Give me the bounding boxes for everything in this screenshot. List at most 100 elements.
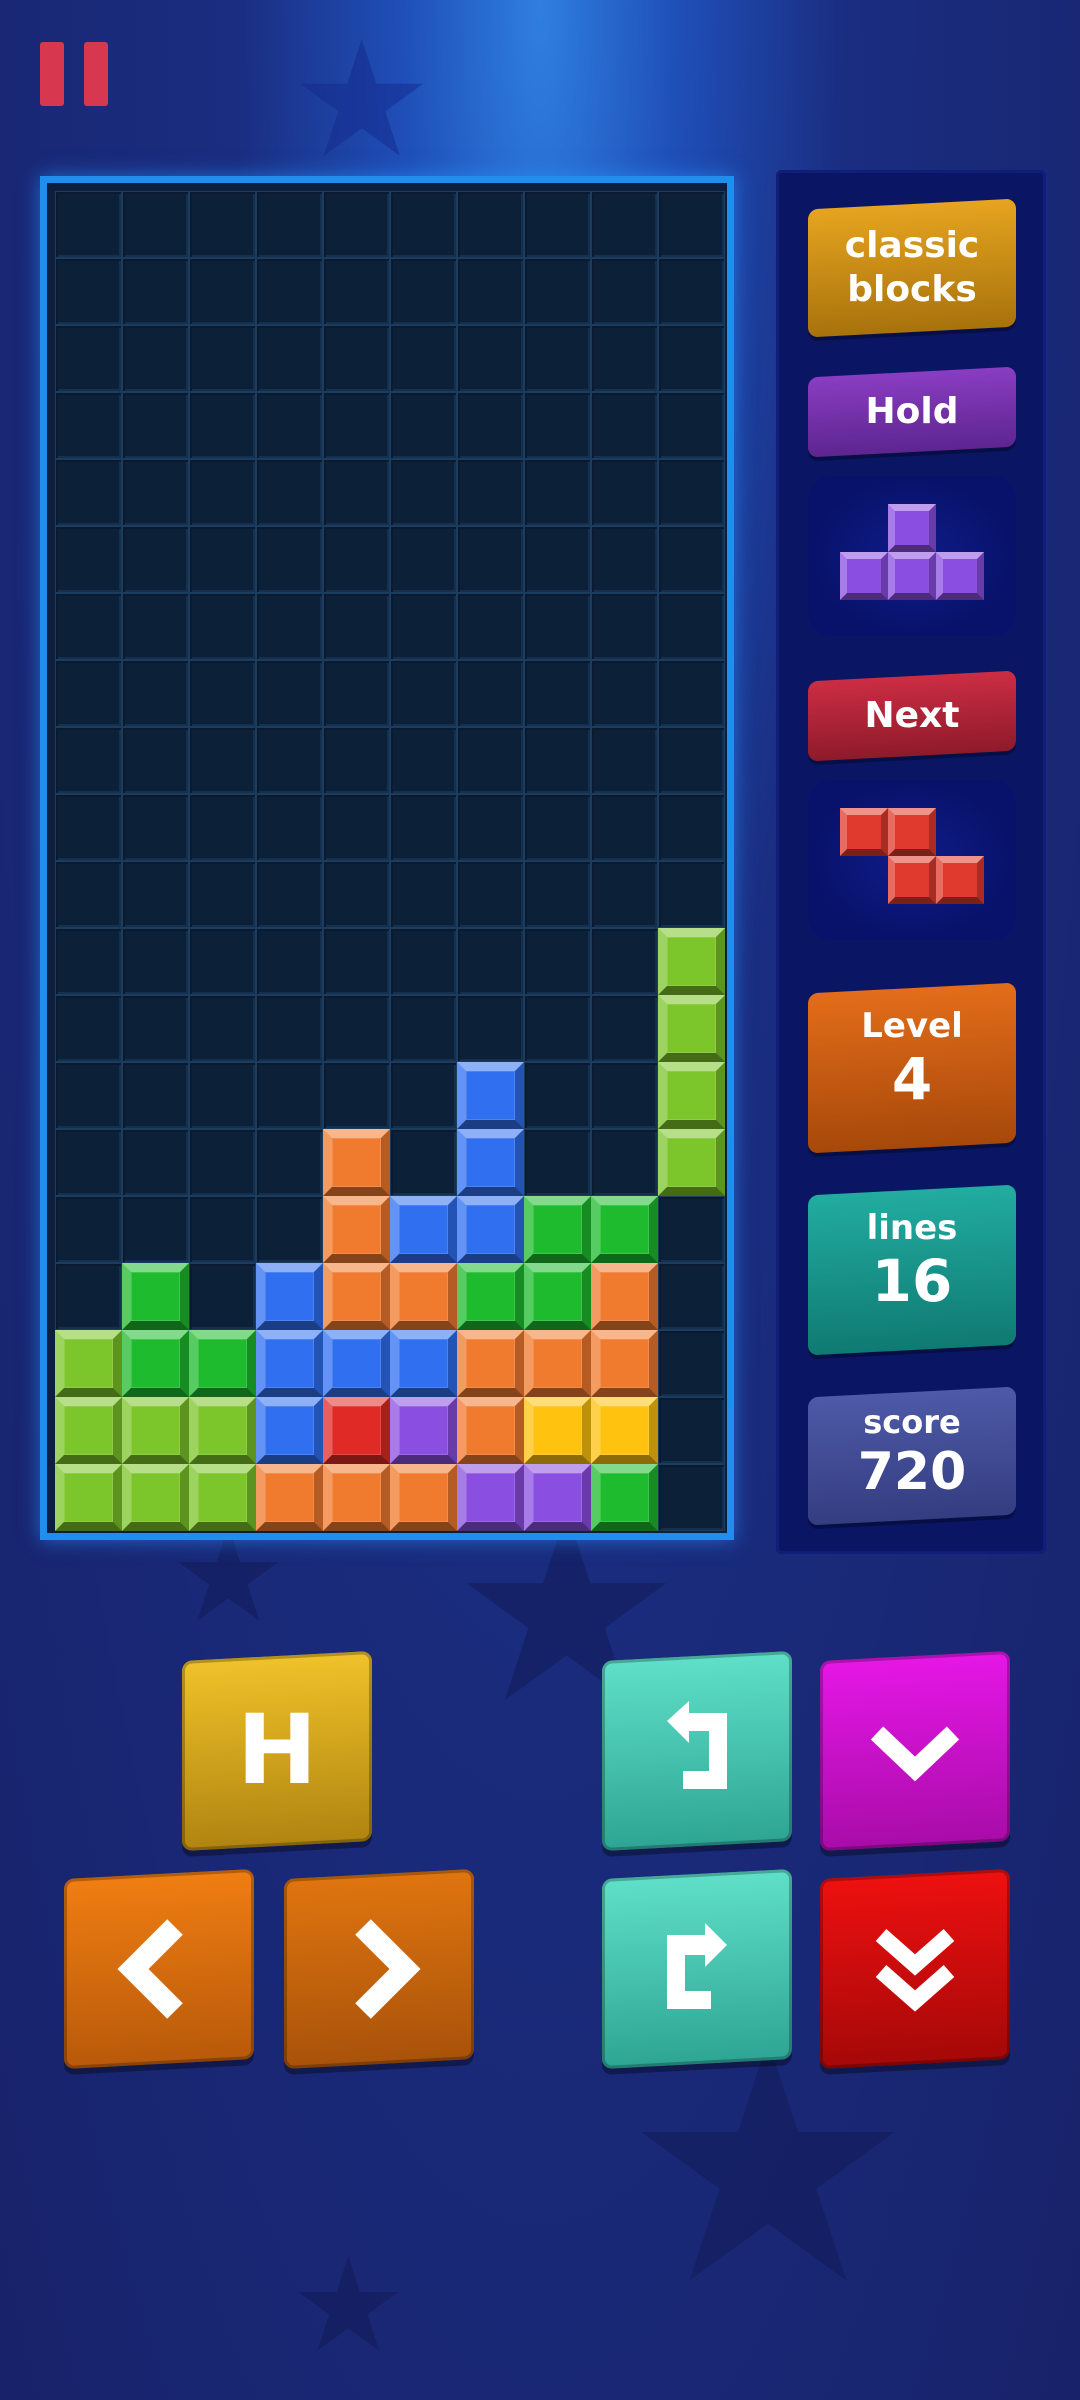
board-block xyxy=(390,1397,457,1464)
board-block xyxy=(591,1263,658,1330)
board-cell xyxy=(390,928,457,995)
board-cell xyxy=(122,1196,189,1263)
board-cell xyxy=(524,1062,591,1129)
board-block xyxy=(256,1464,323,1531)
board-cell xyxy=(256,1196,323,1263)
board-cell xyxy=(591,593,658,660)
board-cell xyxy=(390,1129,457,1196)
board-cell xyxy=(55,258,122,325)
hold-preview[interactable] xyxy=(808,476,1016,636)
board-cell xyxy=(55,1263,122,1330)
board-cell xyxy=(256,995,323,1062)
board-cell xyxy=(323,660,390,727)
board-cell xyxy=(55,191,122,258)
board-cell xyxy=(256,258,323,325)
board-cell xyxy=(189,593,256,660)
board-block xyxy=(457,1263,524,1330)
board-block xyxy=(189,1464,256,1531)
board-cell xyxy=(122,191,189,258)
board-cell xyxy=(55,1062,122,1129)
level-label: Level xyxy=(861,1006,963,1046)
board-cell xyxy=(457,258,524,325)
board-cell xyxy=(256,727,323,794)
hold-button[interactable]: H xyxy=(182,1651,372,1851)
board-cell xyxy=(457,392,524,459)
board-block xyxy=(457,1062,524,1129)
board-cell xyxy=(591,660,658,727)
next-label: Next xyxy=(864,695,960,736)
board-cell xyxy=(658,660,725,727)
rotate-left-icon xyxy=(667,1701,727,1789)
board-cell xyxy=(256,1062,323,1129)
board-block xyxy=(323,1330,390,1397)
next-piece-block xyxy=(888,856,936,904)
board-cell xyxy=(591,191,658,258)
pause-bar-left xyxy=(40,42,64,106)
board-cell xyxy=(591,258,658,325)
chevron-right-icon xyxy=(355,1919,421,2019)
board-cell xyxy=(122,660,189,727)
board-block xyxy=(323,1464,390,1531)
board-cell xyxy=(122,861,189,928)
rotate-left-button[interactable] xyxy=(602,1651,792,1851)
board-cell xyxy=(457,660,524,727)
board-cell xyxy=(55,794,122,861)
board-cell xyxy=(323,928,390,995)
board-cell xyxy=(390,660,457,727)
board-cell xyxy=(122,593,189,660)
board-block xyxy=(658,1129,725,1196)
board-cell xyxy=(55,593,122,660)
hold-piece-block xyxy=(888,552,936,600)
board-cell xyxy=(658,1464,725,1531)
board-cell xyxy=(390,727,457,794)
hold-piece-block xyxy=(888,504,936,552)
board-cell xyxy=(524,593,591,660)
board-cell xyxy=(457,861,524,928)
board-cell xyxy=(524,392,591,459)
soft-drop-button[interactable] xyxy=(820,1651,1010,1851)
board-cell xyxy=(524,258,591,325)
board-block xyxy=(323,1397,390,1464)
board-cell xyxy=(55,392,122,459)
board-block xyxy=(591,1196,658,1263)
board-block xyxy=(323,1263,390,1330)
board-cell xyxy=(591,459,658,526)
board-cell xyxy=(256,392,323,459)
move-right-button[interactable] xyxy=(284,1869,474,2069)
board-cell xyxy=(189,995,256,1062)
board-cell xyxy=(256,459,323,526)
board-grid xyxy=(55,191,725,1531)
board-cell xyxy=(189,325,256,392)
board-cell xyxy=(256,1129,323,1196)
board-block xyxy=(189,1397,256,1464)
board-block xyxy=(122,1397,189,1464)
board-cell xyxy=(524,727,591,794)
board-cell xyxy=(390,995,457,1062)
board-cell xyxy=(658,392,725,459)
board-cell xyxy=(256,325,323,392)
rotate-right-button[interactable] xyxy=(602,1869,792,2069)
board-block xyxy=(591,1330,658,1397)
hold-label-badge: Hold xyxy=(808,366,1016,458)
board-cell xyxy=(457,593,524,660)
board-block xyxy=(524,1196,591,1263)
chevron-down-icon xyxy=(870,1726,960,1782)
hard-drop-button[interactable] xyxy=(820,1869,1010,2069)
chevron-left-icon xyxy=(117,1919,183,2019)
board-cell xyxy=(256,191,323,258)
board-cell xyxy=(55,526,122,593)
board-cell xyxy=(390,258,457,325)
board-cell xyxy=(658,794,725,861)
pause-button[interactable] xyxy=(40,42,110,106)
board-block xyxy=(591,1464,658,1531)
board-block xyxy=(591,1397,658,1464)
move-left-button[interactable] xyxy=(64,1869,254,2069)
board-cell xyxy=(524,928,591,995)
board-cell xyxy=(55,928,122,995)
board-block xyxy=(55,1464,122,1531)
level-badge: Level 4 xyxy=(808,982,1016,1154)
board-cell xyxy=(524,861,591,928)
next-label-badge: Next xyxy=(808,670,1016,762)
board-cell xyxy=(323,258,390,325)
board-cell xyxy=(122,392,189,459)
